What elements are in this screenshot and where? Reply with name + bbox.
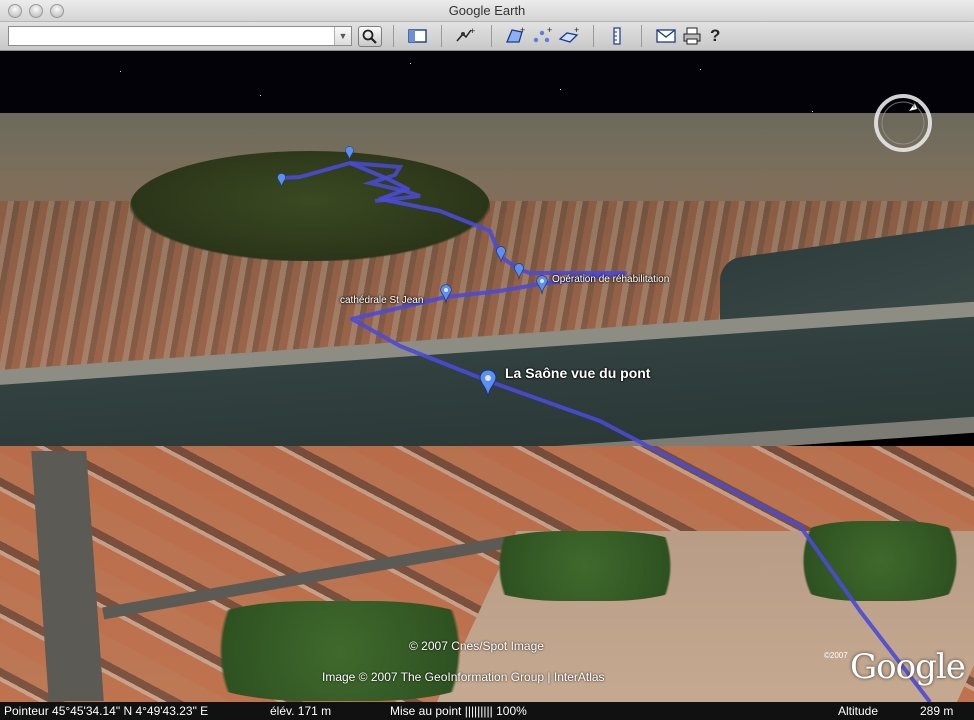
sidebar-icon <box>408 29 427 43</box>
toolbar-separator <box>441 25 442 47</box>
path-icon: + <box>533 25 552 43</box>
email-icon <box>656 29 676 43</box>
placemark-label-saone[interactable]: La Saône vue du pont <box>505 365 650 381</box>
placemark-label-cathedrale[interactable]: cathédrale St Jean <box>340 295 423 306</box>
placemark-pin[interactable] <box>535 275 549 295</box>
copyright-spot: © 2007 Cnes/Spot Image <box>409 639 544 653</box>
placemark-pin[interactable] <box>276 173 287 188</box>
svg-text:+: + <box>547 25 552 35</box>
elevation-readout: élév. 171 m <box>270 704 332 718</box>
placemark-icon: + <box>456 26 475 42</box>
svg-text:+: + <box>470 26 475 36</box>
toolbar: ▼ + + + + ? <box>0 22 974 51</box>
help-button[interactable]: ? <box>710 26 720 46</box>
svg-text:+: + <box>574 25 579 35</box>
map-viewport[interactable]: La Saône vue du pont cathédrale St Jean … <box>0 51 974 702</box>
toolbar-separator <box>593 25 594 47</box>
search-history-dropdown[interactable]: ▼ <box>334 27 351 45</box>
toggle-sidebar-button[interactable] <box>406 25 430 47</box>
copyright-imagery: Image © 2007 The GeoInformation Group | … <box>322 670 605 684</box>
image-overlay-icon: + <box>558 25 579 43</box>
svg-text:+: + <box>520 25 525 35</box>
logo-year: ©2007 <box>824 651 848 660</box>
toolbar-separator <box>393 25 394 47</box>
search-button[interactable] <box>358 26 382 47</box>
add-image-overlay-button[interactable]: + <box>557 25 581 47</box>
placemark-label-operation[interactable]: Opération de réhabilitation <box>552 274 669 285</box>
add-placemark-button[interactable]: + <box>453 25 477 47</box>
placemark-pin[interactable] <box>439 284 453 304</box>
add-path-button[interactable]: + <box>530 25 554 47</box>
streaming-status: Mise au point ||||||||| 100% <box>390 704 527 718</box>
toolbar-separator <box>641 25 642 47</box>
pointer-coordinates: Pointeur 45°45'34.14" N 4°49'43.23" E <box>4 704 209 718</box>
ruler-button[interactable] <box>605 25 629 47</box>
placemark-pin[interactable] <box>478 369 498 399</box>
ruler-icon <box>613 27 621 45</box>
placemark-pin[interactable] <box>513 263 525 280</box>
email-button[interactable] <box>654 25 678 47</box>
print-icon <box>683 27 701 45</box>
polygon-icon: + <box>506 25 525 43</box>
search-icon <box>362 29 377 44</box>
svg-text:N: N <box>913 101 919 110</box>
google-logo: Google <box>850 647 966 687</box>
help-icon: ? <box>710 26 721 45</box>
navigation-compass[interactable]: N <box>873 93 933 153</box>
search-input[interactable] <box>8 26 352 46</box>
compass-north-icon: N <box>909 101 919 111</box>
toolbar-separator <box>491 25 492 47</box>
window-title: Google Earth <box>448 3 526 18</box>
altitude-value: 289 m <box>920 704 954 718</box>
print-button[interactable] <box>680 25 704 47</box>
status-bar: Pointeur 45°45'34.14" N 4°49'43.23" E él… <box>0 702 974 720</box>
title-bar: Google Earth <box>0 0 974 22</box>
add-polygon-button[interactable]: + <box>503 25 527 47</box>
placemark-pin[interactable] <box>344 146 355 161</box>
altitude-label: Altitude <box>838 704 879 718</box>
placemark-pin[interactable] <box>495 246 507 263</box>
